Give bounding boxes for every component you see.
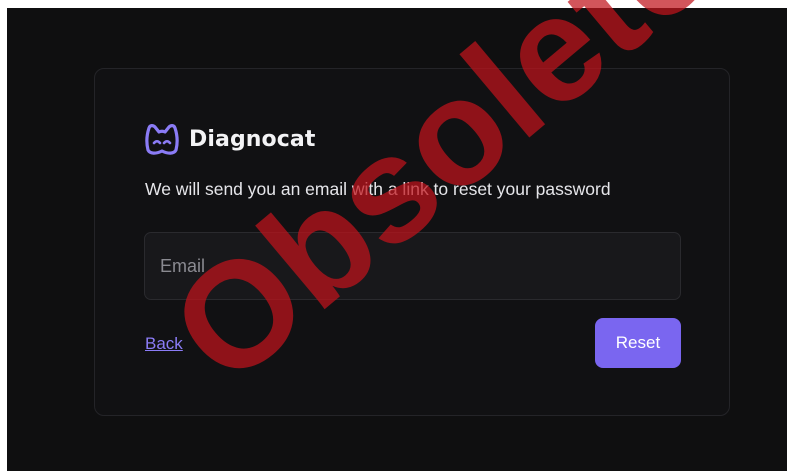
- back-link[interactable]: Back: [145, 334, 183, 354]
- brand-header: Diagnocat: [145, 123, 315, 155]
- instruction-text: We will send you an email with a link to…: [145, 179, 611, 199]
- email-field[interactable]: [144, 232, 681, 300]
- reset-button[interactable]: Reset: [595, 318, 681, 368]
- brand-name: Diagnocat: [189, 126, 316, 152]
- cat-mask-logo-icon: [145, 124, 179, 155]
- app-screen: Diagnocat We will send you an email with…: [7, 8, 787, 471]
- reset-password-card: Diagnocat We will send you an email with…: [94, 68, 730, 416]
